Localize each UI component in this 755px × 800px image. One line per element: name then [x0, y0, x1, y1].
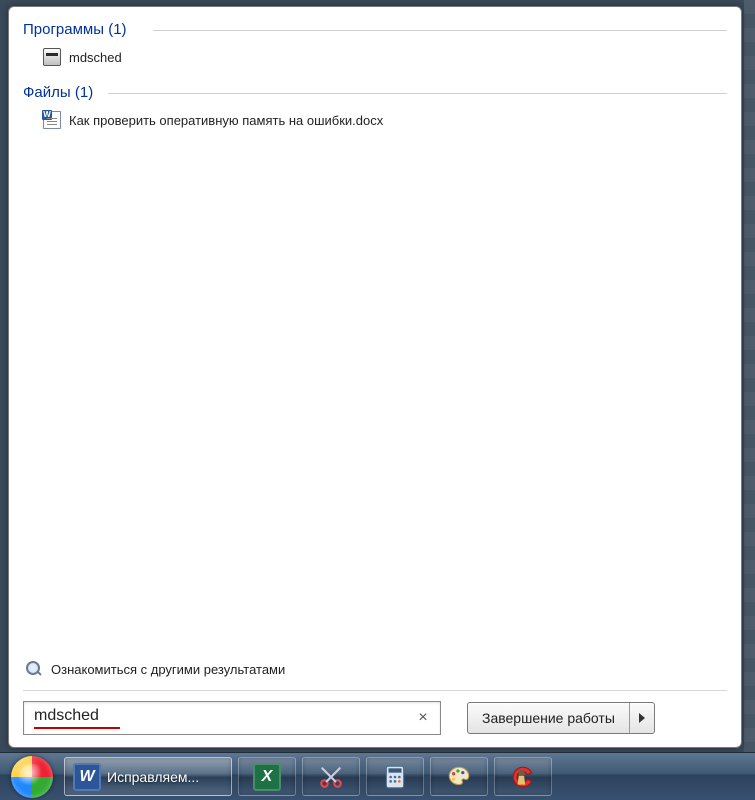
- taskbar-item-paint[interactable]: [430, 757, 488, 796]
- taskbar-item-label: Исправляем...: [107, 769, 199, 785]
- group-label: Файлы: [23, 84, 71, 101]
- group-label: Программы: [23, 21, 104, 38]
- start-button[interactable]: [4, 753, 60, 800]
- start-menu-bottom-row: × Завершение работы: [23, 701, 727, 735]
- group-header-programs: Программы (1): [23, 21, 727, 38]
- group-count: 1: [80, 84, 88, 101]
- divider-line: [108, 93, 727, 94]
- search-box[interactable]: ×: [23, 701, 441, 735]
- clear-search-icon[interactable]: ×: [414, 709, 432, 727]
- calculator-icon: [381, 763, 409, 791]
- ccleaner-icon: [509, 763, 537, 791]
- memory-diagnostic-icon: [43, 48, 61, 66]
- taskbar-item-calculator[interactable]: [366, 757, 424, 796]
- divider: [23, 690, 727, 691]
- excel-icon: X: [253, 763, 281, 791]
- chevron-right-icon: [639, 713, 645, 723]
- group-header-files: Файлы (1): [23, 84, 727, 101]
- docx-icon: [43, 111, 61, 129]
- shutdown-options-button[interactable]: [630, 703, 654, 733]
- divider-line: [153, 30, 727, 31]
- shutdown-label: Завершение работы: [482, 710, 615, 726]
- result-item-label: Как проверить оперативную память на ошиб…: [69, 113, 383, 128]
- windows-orb-icon: [11, 756, 53, 798]
- taskbar-item-ccleaner[interactable]: [494, 757, 552, 796]
- paint-palette-icon: [445, 763, 473, 791]
- shutdown-button[interactable]: Завершение работы: [468, 703, 630, 733]
- scissors-icon: [317, 763, 345, 791]
- result-item-label: mdsched: [69, 50, 122, 65]
- search-input[interactable]: [34, 707, 120, 729]
- taskbar-item-excel[interactable]: X: [238, 757, 296, 796]
- shutdown-split-button: Завершение работы: [467, 702, 655, 734]
- search-results-area: Программы (1) mdsched Файлы (1) Как пров…: [23, 17, 727, 654]
- see-more-results[interactable]: Ознакомиться с другими результатами: [23, 654, 727, 688]
- start-menu-panel: Программы (1) mdsched Файлы (1) Как пров…: [8, 6, 742, 748]
- result-item-mdsched[interactable]: mdsched: [23, 44, 727, 70]
- taskbar-item-word[interactable]: W Исправляем...: [64, 757, 232, 796]
- group-count: 1: [113, 21, 121, 38]
- taskbar-item-snipping-tool[interactable]: [302, 757, 360, 796]
- taskbar: W Исправляем... X: [0, 752, 755, 800]
- search-icon: [25, 660, 43, 678]
- word-icon: W: [73, 763, 101, 791]
- right-edge-decoration: [744, 0, 755, 752]
- result-item-docx[interactable]: Как проверить оперативную память на ошиб…: [23, 107, 727, 133]
- more-results-label: Ознакомиться с другими результатами: [51, 662, 285, 677]
